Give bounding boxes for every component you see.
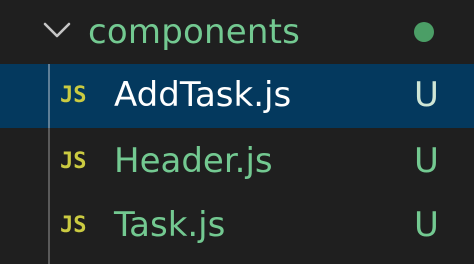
javascript-file-icon: JS: [60, 149, 87, 174]
modified-dot-icon: [414, 22, 434, 42]
file-name: Task.js: [114, 205, 226, 245]
untracked-status-badge: U: [414, 141, 439, 181]
file-name: AddTask.js: [114, 75, 292, 115]
javascript-file-icon: JS: [60, 83, 87, 108]
untracked-status-badge: U: [414, 75, 439, 115]
javascript-file-icon: JS: [60, 213, 87, 238]
untracked-status-badge: U: [414, 205, 439, 245]
chevron-down-icon[interactable]: [42, 20, 72, 40]
file-explorer: components JS AddTask.js U JS Header.js …: [0, 0, 474, 264]
folder-row-components[interactable]: components: [0, 0, 474, 64]
folder-name: components: [88, 12, 301, 52]
file-row-addtask[interactable]: JS AddTask.js U: [0, 64, 474, 128]
indent-guide-segment: [48, 64, 50, 128]
file-row-header[interactable]: JS Header.js U: [0, 130, 474, 194]
file-row-task[interactable]: JS Task.js U: [0, 194, 474, 258]
file-name: Header.js: [114, 141, 273, 181]
